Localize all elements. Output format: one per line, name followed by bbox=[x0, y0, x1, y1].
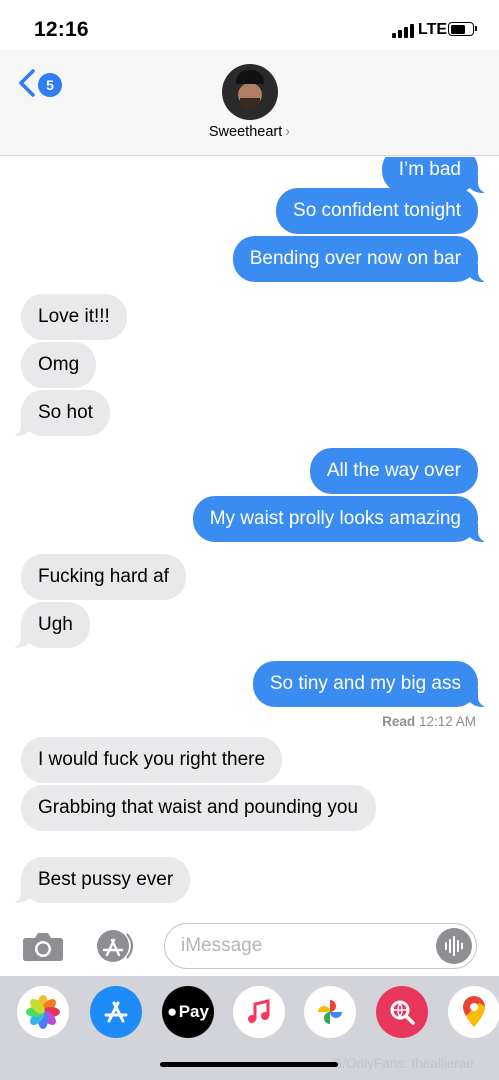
battery-icon bbox=[448, 22, 477, 36]
conversation-header: 5 Sweetheart › bbox=[0, 50, 499, 156]
read-receipt: Read 12:12 AM bbox=[382, 714, 476, 729]
google-maps-icon[interactable] bbox=[448, 986, 499, 1038]
app-store-icon[interactable] bbox=[90, 986, 142, 1038]
web-search-icon[interactable] bbox=[376, 986, 428, 1038]
read-label: Read bbox=[382, 714, 416, 729]
app-drawer: ● Pay G/OnlyFans: theallierae bbox=[0, 976, 499, 1080]
composer-bar bbox=[0, 918, 499, 976]
message-field[interactable] bbox=[164, 923, 477, 969]
apple-pay-label: Pay bbox=[178, 1002, 209, 1021]
app-store-icon[interactable] bbox=[93, 928, 139, 964]
photos-icon[interactable] bbox=[17, 986, 69, 1038]
message-bubble[interactable]: My waist prolly looks amazing bbox=[192, 496, 489, 542]
message-bubble[interactable]: So confident tonight bbox=[276, 188, 478, 234]
home-indicator[interactable] bbox=[160, 1062, 338, 1067]
contact-name: Sweetheart bbox=[208, 124, 283, 140]
message-thread[interactable]: I’m bad So confident tonight Bending ove… bbox=[0, 157, 499, 917]
message-bubble[interactable]: Love it!!! bbox=[21, 294, 127, 340]
signal-strength-icon bbox=[392, 24, 414, 38]
status-time: 12:16 bbox=[34, 18, 89, 41]
back-chevron-icon[interactable] bbox=[16, 68, 38, 98]
message-bubble[interactable]: Omg bbox=[21, 342, 97, 388]
status-bar: 12:16 LTE bbox=[0, 0, 499, 50]
music-icon[interactable] bbox=[233, 986, 285, 1038]
watermark: G/OnlyFans: theallierae bbox=[332, 1056, 474, 1071]
message-bubble[interactable]: Ugh bbox=[11, 602, 90, 648]
message-bubble[interactable]: I would fuck you right there bbox=[21, 737, 283, 783]
message-bubble[interactable]: So tiny and my big ass bbox=[252, 661, 489, 707]
camera-icon[interactable] bbox=[22, 930, 64, 962]
contact-avatar[interactable] bbox=[222, 64, 278, 120]
message-bubble[interactable]: All the way over bbox=[309, 448, 478, 494]
message-bubble[interactable]: Grabbing that waist and pounding you bbox=[21, 785, 376, 831]
google-photos-icon[interactable] bbox=[304, 986, 356, 1038]
chevron-right-icon: › bbox=[285, 124, 291, 140]
message-input[interactable] bbox=[181, 924, 431, 968]
contact-name-button[interactable]: Sweetheart › bbox=[0, 124, 499, 140]
network-type: LTE bbox=[418, 21, 448, 38]
audio-message-icon[interactable] bbox=[436, 928, 472, 964]
message-bubble[interactable]: So hot bbox=[11, 390, 110, 436]
unread-count-badge[interactable]: 5 bbox=[38, 73, 62, 97]
message-bubble[interactable]: Best pussy ever bbox=[10, 857, 191, 903]
message-bubble[interactable]: Fucking hard af bbox=[21, 554, 186, 600]
message-bubble[interactable]: Bending over now on bar bbox=[232, 236, 489, 282]
apple-pay-icon[interactable]: ● Pay bbox=[162, 986, 214, 1038]
read-time: 12:12 AM bbox=[418, 714, 476, 729]
